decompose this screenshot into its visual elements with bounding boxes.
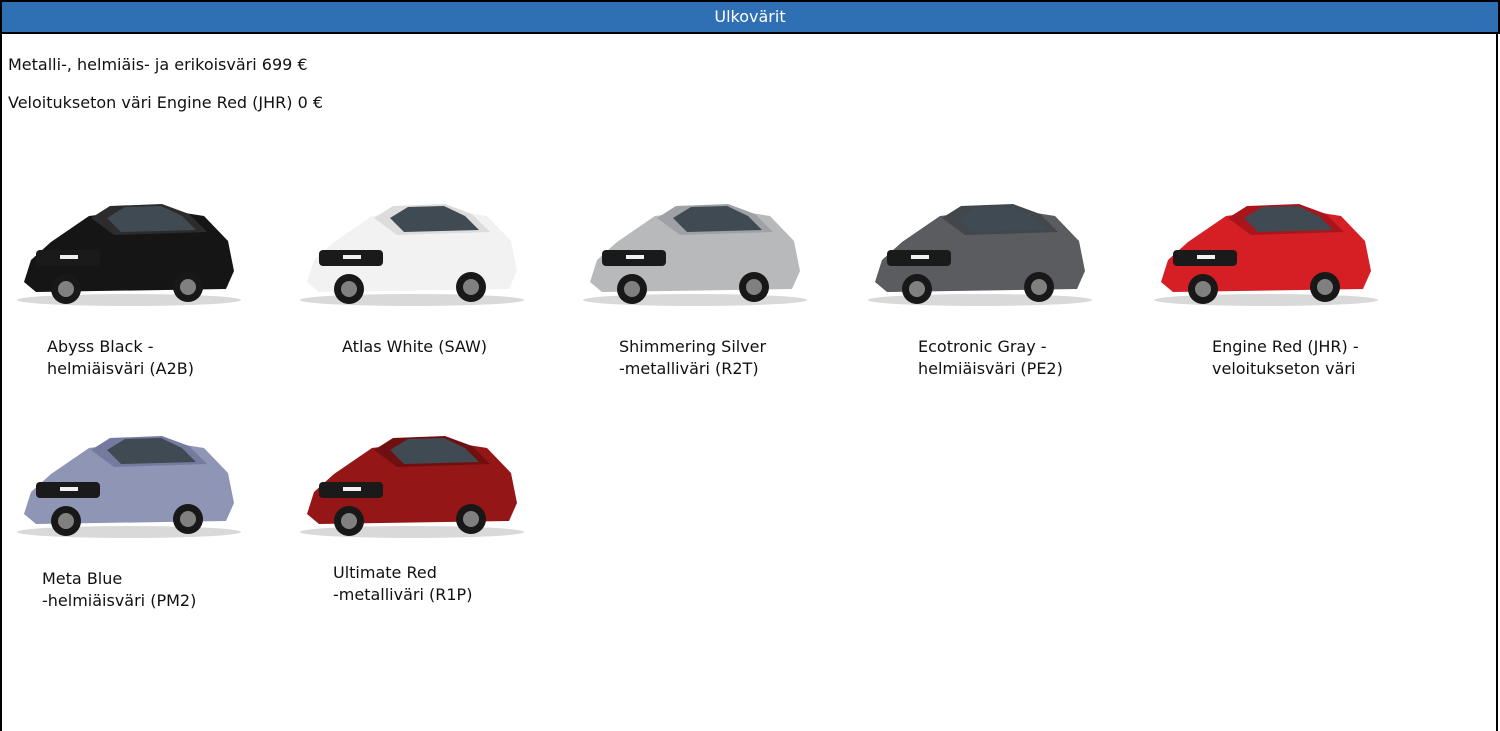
color-option-ecotronic-gray[interactable]: Ecotronic Gray - helmiäisväri (PE2): [865, 196, 1115, 396]
color-label-ecotronic-gray: Ecotronic Gray - helmiäisväri (PE2): [918, 336, 1138, 380]
car-image-atlas-white: [300, 204, 524, 306]
color-label-engine-red: Engine Red (JHR) - veloitukseton väri: [1212, 336, 1432, 380]
color-name-line-1: Ecotronic Gray -: [918, 337, 1047, 356]
car-image-ultimate-red: [300, 436, 524, 538]
color-name-line-1: Abyss Black -: [47, 337, 154, 356]
section-header: Ulkovärit: [0, 0, 1500, 34]
color-option-meta-blue[interactable]: Meta Blue -helmiäisväri (PM2): [14, 428, 264, 628]
header-title: Ulkovärit: [714, 7, 786, 26]
color-name-line-1: Ultimate Red: [333, 563, 437, 582]
pricing-line-premium-colors: Metalli-, helmiäis- ja erikoisväri 699 €: [8, 55, 308, 74]
color-name-line-1: Meta Blue: [42, 569, 123, 588]
car-image-engine-red: [1154, 204, 1378, 306]
car-image-ecotronic-gray: [868, 204, 1092, 306]
color-label-abyss-black: Abyss Black - helmiäisväri (A2B): [47, 336, 267, 380]
color-name-line-2: veloitukseton väri: [1212, 359, 1356, 378]
color-option-engine-red[interactable]: Engine Red (JHR) - veloitukseton väri: [1151, 196, 1401, 396]
car-image-abyss-black: [17, 204, 241, 306]
color-option-shimmering-silver[interactable]: Shimmering Silver -metalliväri (R2T): [580, 196, 830, 396]
color-name-line-1: Atlas White (SAW): [342, 337, 488, 356]
color-option-ultimate-red[interactable]: Ultimate Red -metalliväri (R1P): [297, 428, 547, 628]
color-name-line-1: Engine Red (JHR) -: [1212, 337, 1359, 356]
color-label-meta-blue: Meta Blue -helmiäisväri (PM2): [42, 568, 262, 612]
color-option-atlas-white[interactable]: Atlas White (SAW): [297, 196, 547, 396]
color-name-line-2: -helmiäisväri (PM2): [42, 591, 197, 610]
color-name-line-1: Shimmering Silver: [619, 337, 767, 356]
color-name-line-2: helmiäisväri (PE2): [918, 359, 1063, 378]
color-label-atlas-white: Atlas White (SAW): [342, 336, 562, 358]
color-name-line-2: -metalliväri (R2T): [619, 359, 759, 378]
color-label-ultimate-red: Ultimate Red -metalliväri (R1P): [333, 562, 553, 606]
color-name-line-2: -metalliväri (R1P): [333, 585, 473, 604]
color-label-shimmering-silver: Shimmering Silver -metalliväri (R2T): [619, 336, 839, 380]
car-image-shimmering-silver: [583, 204, 807, 306]
car-image-meta-blue: [17, 436, 241, 538]
color-option-abyss-black[interactable]: Abyss Black - helmiäisväri (A2B): [14, 196, 264, 396]
pricing-line-free-color: Veloitukseton väri Engine Red (JHR) 0 €: [8, 93, 324, 112]
color-name-line-2: helmiäisväri (A2B): [47, 359, 195, 378]
